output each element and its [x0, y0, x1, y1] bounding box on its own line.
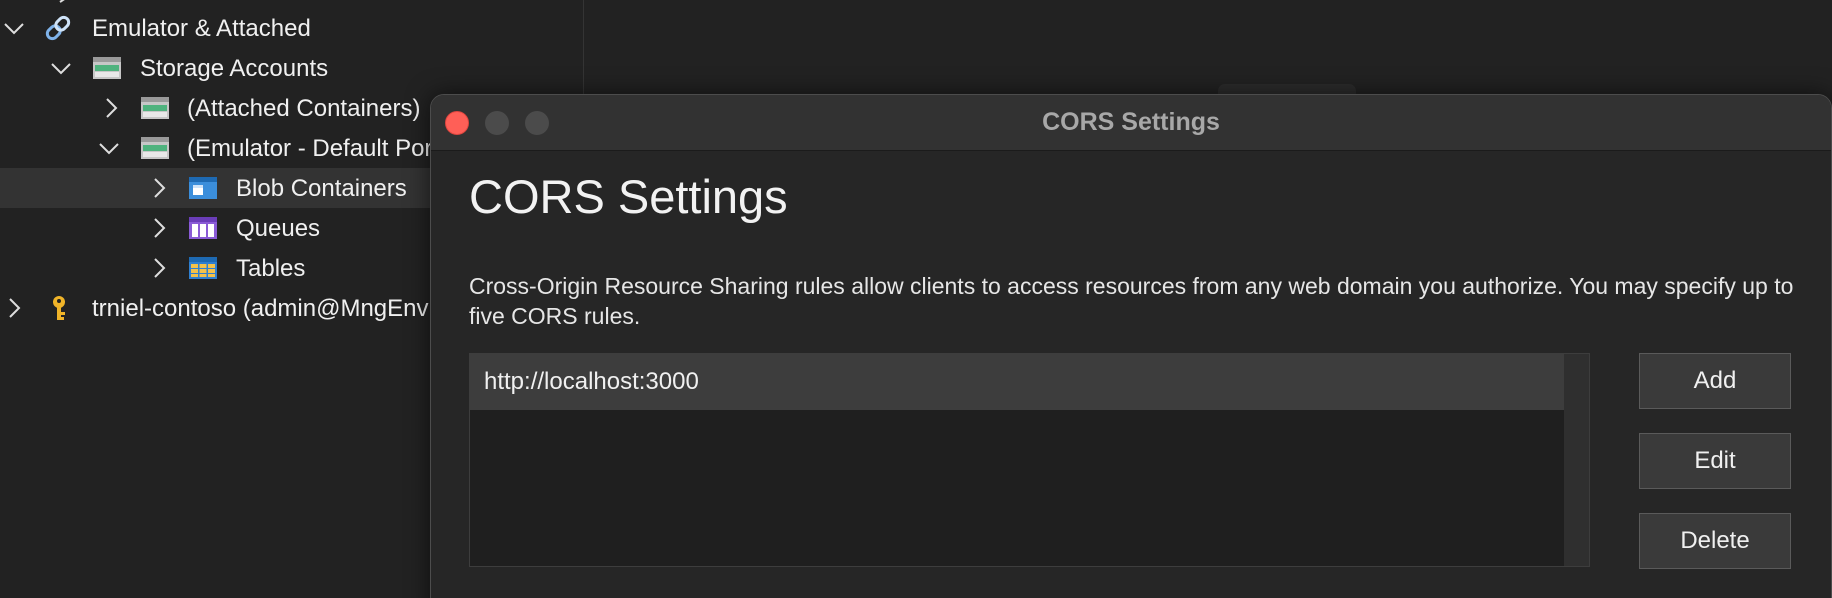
tables-icon — [189, 257, 217, 279]
cors-settings-dialog: CORS Settings CORS Settings Cross-Origin… — [430, 94, 1832, 598]
tree-item-label: trniel-contoso (admin@MngEnv — [92, 295, 429, 322]
edit-rule-button[interactable]: Edit — [1639, 433, 1791, 489]
storage-account-icon — [141, 137, 169, 159]
rules-list-scrollbar[interactable] — [1564, 354, 1589, 566]
chevron-right-icon[interactable] — [100, 97, 122, 119]
storage-account-icon — [141, 97, 169, 119]
dialog-heading: CORS Settings — [469, 170, 788, 223]
tree-item-label: (Emulator - Default Por — [187, 135, 433, 162]
cors-rules-list[interactable]: http://localhost:3000 — [469, 353, 1590, 567]
chevron-down-icon[interactable] — [50, 57, 72, 79]
window-title: CORS Settings — [1042, 108, 1220, 136]
tree-item-label: Storage Accounts — [140, 55, 329, 82]
cors-rule-origin: http://localhost:3000 — [484, 368, 699, 395]
chevron-right-icon[interactable] — [148, 257, 170, 279]
dialog-titlebar[interactable]: CORS Settings — [431, 95, 1831, 151]
chevron-down-icon[interactable] — [98, 137, 120, 159]
add-rule-button[interactable]: Add — [1639, 353, 1791, 409]
queues-icon — [189, 217, 217, 239]
cors-rule-row[interactable]: http://localhost:3000 — [470, 354, 1565, 410]
tree-item-storage-accounts[interactable]: Storage Accounts — [0, 48, 583, 88]
chevron-right-icon[interactable] — [148, 177, 170, 199]
tree-connector-icon — [59, 0, 65, 3]
tree-item-label: Tables — [236, 255, 306, 282]
key-icon — [53, 296, 65, 320]
tree-item-label: Blob Containers — [236, 175, 407, 202]
chevron-right-icon[interactable] — [3, 297, 25, 319]
chevron-right-icon[interactable] — [148, 217, 170, 239]
tree-item-label: Emulator & Attached — [92, 15, 311, 42]
tree-item-emulator-attached[interactable]: Emulator & Attached — [0, 8, 583, 48]
tree-item-label: Queues — [236, 215, 321, 242]
delete-rule-button[interactable]: Delete — [1639, 513, 1791, 569]
chevron-down-icon[interactable] — [3, 17, 25, 39]
blob-containers-icon — [189, 177, 217, 199]
link-icon — [45, 15, 71, 41]
dialog-description: Cross-Origin Resource Sharing rules allo… — [469, 273, 1794, 329]
storage-explorer-window: Emulator & Attached Storage Accounts (At… — [0, 0, 1832, 598]
tree-item-label: (Attached Containers) — [187, 95, 421, 122]
storage-accounts-icon — [93, 57, 121, 79]
